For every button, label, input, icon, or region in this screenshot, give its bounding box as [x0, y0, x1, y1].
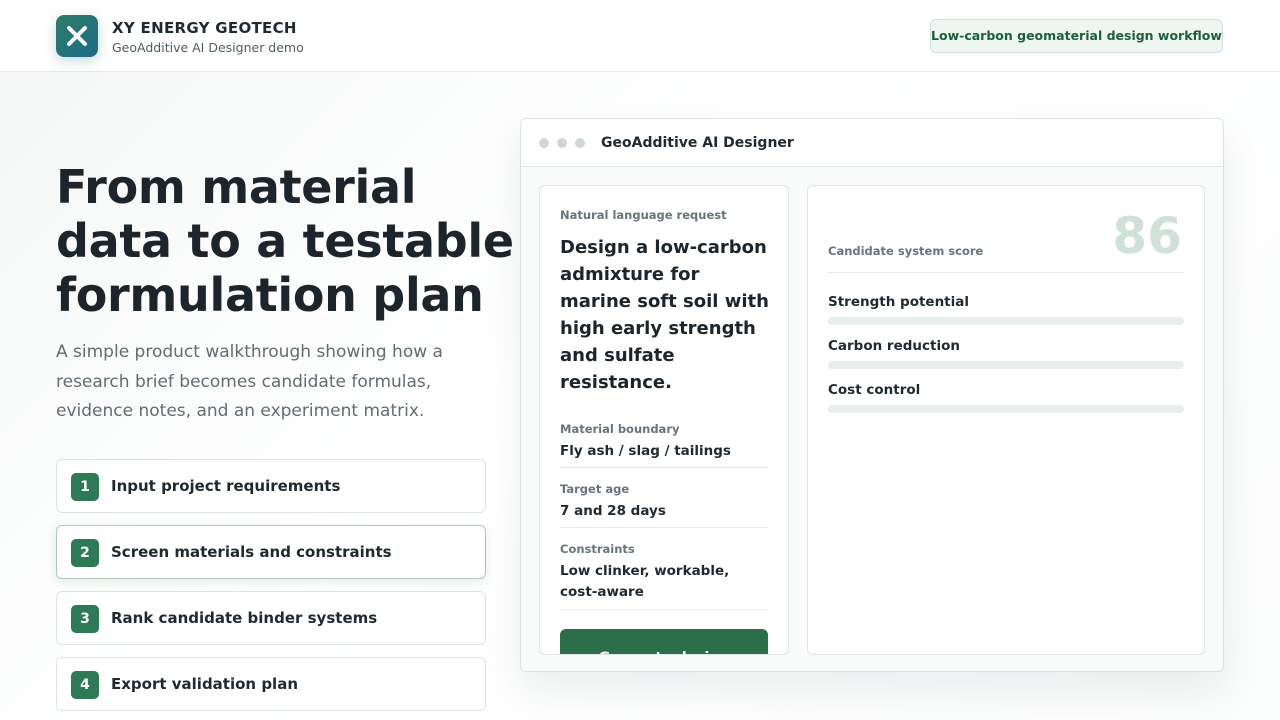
step-rank-binders[interactable]: 3 Rank candidate binder systems	[56, 591, 486, 645]
metric-carbon-reduction: Carbon reduction	[828, 338, 1184, 369]
brand-name: XY ENERGY GEOTECH	[112, 19, 297, 37]
metric-progress-bar	[828, 405, 1184, 413]
field-value: Fly ash / slag / tailings	[560, 443, 731, 459]
field-label: Constraints	[560, 542, 635, 556]
field-target-age[interactable]: Target age 7 and 28 days	[560, 482, 768, 528]
field-label: Material boundary	[560, 422, 680, 436]
metric-cost-control: Cost control	[828, 382, 1184, 413]
request-label: Natural language request	[560, 208, 727, 222]
hero-title: From material data to a testable formula…	[56, 160, 514, 322]
metric-label: Carbon reduction	[828, 338, 960, 354]
request-text[interactable]: Design a low-carbon admixture for marine…	[560, 234, 775, 396]
field-label: Target age	[560, 482, 630, 496]
step-input-requirements[interactable]: 1 Input project requirements	[56, 459, 486, 513]
field-value: 7 and 28 days	[560, 503, 666, 519]
step-number: 1	[71, 473, 99, 501]
step-label: Export validation plan	[111, 675, 298, 693]
score-panel: Candidate system score 86 Strength poten…	[807, 185, 1205, 655]
top-header: XY ENERGY GEOTECH GeoAdditive AI Designe…	[0, 0, 1280, 72]
hero-description: A simple product walkthrough showing how…	[56, 342, 443, 421]
window-title: GeoAdditive AI Designer	[601, 135, 794, 151]
score-label: Candidate system score	[828, 244, 984, 258]
field-constraints[interactable]: Constraints Low clinker, workable, cost-…	[560, 542, 768, 610]
field-value: Low clinker, workable, cost-aware	[560, 563, 730, 600]
window-dot-icon[interactable]	[575, 138, 585, 148]
metric-progress-bar	[828, 317, 1184, 325]
score-value: 86	[1112, 207, 1182, 265]
workflow-badge: Low-carbon geomaterial design workflow	[930, 19, 1223, 53]
brand-logo[interactable]	[56, 15, 98, 57]
brand-subtitle: GeoAdditive AI Designer demo	[112, 40, 304, 55]
step-label: Input project requirements	[111, 477, 341, 495]
metric-strength-potential: Strength potential	[828, 294, 1184, 325]
metric-label: Strength potential	[828, 294, 970, 310]
step-screen-materials[interactable]: 2 Screen materials and constraints	[56, 525, 486, 579]
app-window: GeoAdditive AI Designer Natural language…	[520, 118, 1224, 672]
x-icon	[67, 26, 87, 46]
metric-progress-bar	[828, 361, 1184, 369]
divider	[828, 272, 1184, 273]
metric-label: Cost control	[828, 382, 921, 398]
generate-design-button[interactable]: Generate design	[560, 629, 768, 654]
step-number: 3	[71, 605, 99, 633]
window-titlebar: GeoAdditive AI Designer	[521, 119, 1223, 167]
step-export-plan[interactable]: 4 Export validation plan	[56, 657, 486, 711]
field-material-boundary[interactable]: Material boundary Fly ash / slag / taili…	[560, 422, 768, 468]
workflow-steps: 1 Input project requirements 2 Screen ma…	[56, 459, 486, 720]
window-dot-icon[interactable]	[557, 138, 567, 148]
step-label: Rank candidate binder systems	[111, 609, 378, 627]
step-label: Screen materials and constraints	[111, 543, 392, 561]
step-number: 4	[71, 671, 99, 699]
request-panel: Natural language request Design a low-ca…	[539, 185, 789, 655]
step-number: 2	[71, 539, 99, 567]
window-dot-icon[interactable]	[539, 138, 549, 148]
